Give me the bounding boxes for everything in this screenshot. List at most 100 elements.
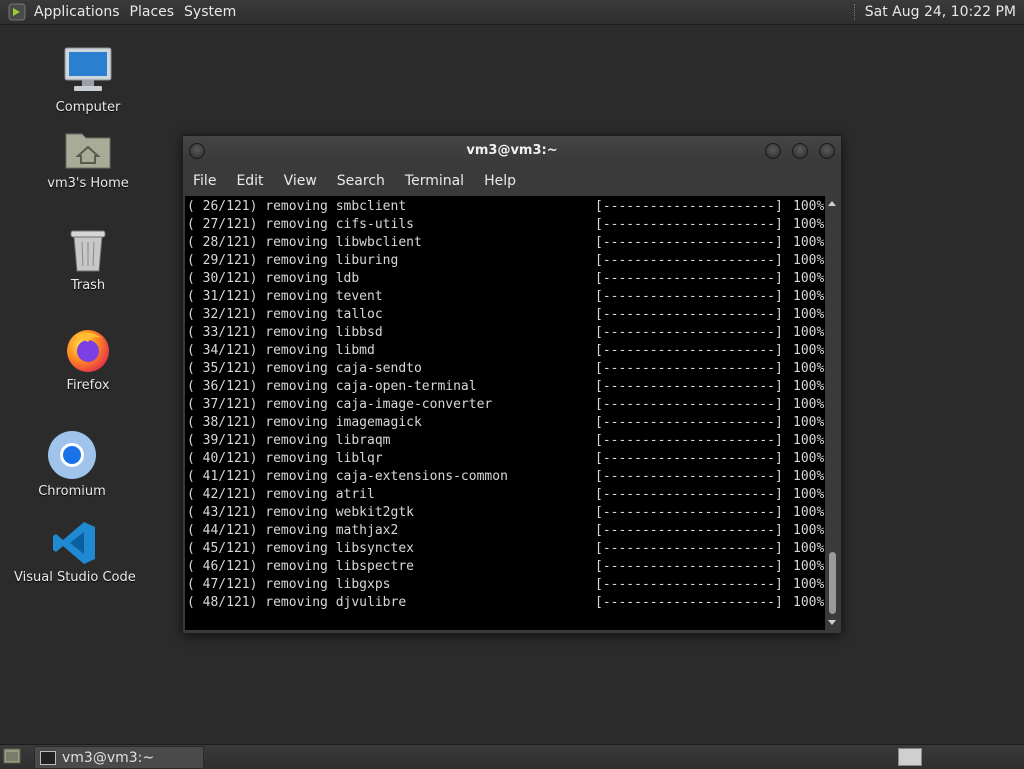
terminal-line-step: ( 34/121) removing libmd [187,343,375,358]
scroll-down-icon[interactable] [828,620,836,625]
taskbar-label: vm3@vm3:~ [62,749,155,766]
terminal-line-step: ( 37/121) removing caja-image-converter [187,397,493,412]
desktop-icon-label: Firefox [66,378,110,393]
terminal-line-step: ( 28/121) removing libwbclient [187,235,422,250]
terminal-line-step: ( 42/121) removing atril [187,487,375,502]
show-desktop-icon[interactable] [3,748,21,764]
menu-file[interactable]: File [183,173,226,189]
terminal-line-step: ( 33/121) removing libbsd [187,325,383,340]
terminal-line-progress: [----------------------] [595,271,783,286]
desktop-icon-home[interactable]: vm3's Home [43,128,133,191]
terminal-line-percent: 100% [793,541,825,556]
desktop-icon-chromium[interactable]: Chromium [32,430,112,499]
desktop-icon-trash[interactable]: Trash [48,228,128,293]
terminal-line-step: ( 45/121) removing libsynctex [187,541,414,556]
terminal-line-progress: [----------------------] [595,595,783,610]
desktop-icon-firefox[interactable]: Firefox [48,326,128,393]
terminal-line-percent: 100% [793,523,825,538]
top-panel: Applications Places System Sat Aug 24, 1… [0,0,1024,25]
terminal-line-step: ( 31/121) removing tevent [187,289,383,304]
terminal-line-percent: 100% [793,325,825,340]
terminal-line-percent: 100% [793,469,825,484]
terminal-output[interactable]: ( 26/121) removing smbclient [-----------… [185,196,825,630]
scroll-up-icon[interactable] [828,201,836,206]
terminal-line-step: ( 46/121) removing libspectre [187,559,414,574]
places-menu[interactable]: Places [128,4,183,20]
terminal-line-progress: [----------------------] [595,559,783,574]
terminal-line-percent: 100% [793,595,825,610]
desktop-icon-label: Visual Studio Code [14,570,136,585]
terminal-line-progress: [----------------------] [595,433,783,448]
menu-view[interactable]: View [274,173,327,189]
scrollbar-thumb[interactable] [829,552,836,614]
terminal-line-percent: 100% [793,505,825,520]
window-titlebar[interactable]: vm3@vm3:~ [183,136,841,166]
terminal-line-percent: 100% [793,379,825,394]
terminal-line-step: ( 38/121) removing imagemagick [187,415,422,430]
terminal-line-percent: 100% [793,343,825,358]
terminal-line-step: ( 30/121) removing ldb [187,271,360,286]
menu-terminal[interactable]: Terminal [395,173,474,189]
taskbar-terminal-button[interactable]: vm3@vm3:~ [34,746,204,769]
terminal-line-percent: 100% [793,415,825,430]
terminal-line-step: ( 47/121) removing libgxps [187,577,391,592]
terminal-menubar: File Edit View Search Terminal Help [183,166,841,196]
terminal-line-progress: [----------------------] [595,541,783,556]
terminal-line-progress: [----------------------] [595,505,783,520]
terminal-line-percent: 100% [793,307,825,322]
terminal-line-progress: [----------------------] [595,451,783,466]
chromium-icon [48,431,96,479]
terminal-window[interactable]: vm3@vm3:~ File Edit View Search Terminal… [182,135,842,634]
trash-icon [70,230,106,272]
close-button[interactable] [819,143,835,159]
desktop-icon-label: Computer [55,100,121,115]
terminal-line-step: ( 27/121) removing cifs-utils [187,217,414,232]
terminal-line-percent: 100% [793,487,825,502]
distro-logo-icon[interactable] [8,3,26,21]
system-menu[interactable]: System [182,4,244,20]
terminal-line-percent: 100% [793,253,825,268]
menu-help[interactable]: Help [474,173,526,189]
window-menu-button[interactable] [189,143,205,159]
terminal-line-percent: 100% [793,577,825,592]
terminal-line-progress: [----------------------] [595,415,783,430]
terminal-line-step: ( 36/121) removing caja-open-terminal [187,379,477,394]
terminal-line-step: ( 43/121) removing webkit2gtk [187,505,414,520]
home-folder-icon [65,133,111,169]
terminal-line-progress: [----------------------] [595,235,783,250]
desktop-icon-computer[interactable]: Computer [48,44,128,115]
maximize-button[interactable] [792,143,808,159]
terminal-icon [40,750,56,765]
terminal-scrollbar[interactable] [826,196,839,630]
workspace-switcher[interactable] [898,748,922,766]
terminal-line-progress: [----------------------] [595,397,783,412]
terminal-line-progress: [----------------------] [595,307,783,322]
terminal-line-percent: 100% [793,559,825,574]
terminal-line-step: ( 48/121) removing djvulibre [187,595,407,610]
minimize-button[interactable] [765,143,781,159]
applications-menu[interactable]: Applications [32,4,128,20]
terminal-line-percent: 100% [793,217,825,232]
clock[interactable]: Sat Aug 24, 10:22 PM [865,4,1024,20]
terminal-line-step: ( 29/121) removing liburing [187,253,399,268]
terminal-line-step: ( 32/121) removing talloc [187,307,383,322]
terminal-line-progress: [----------------------] [595,379,783,394]
terminal-line-step: ( 40/121) removing liblqr [187,451,383,466]
terminal-line-percent: 100% [793,271,825,286]
menu-search[interactable]: Search [327,173,395,189]
desktop-icon-vscode[interactable]: Visual Studio Code [14,520,136,585]
terminal-line-percent: 100% [793,433,825,448]
panel-separator [853,4,857,20]
terminal-line-percent: 100% [793,361,825,376]
desktop-icon-label: vm3's Home [47,176,129,191]
terminal-line-progress: [----------------------] [595,577,783,592]
terminal-line-progress: [----------------------] [595,469,783,484]
bottom-panel: vm3@vm3:~ [0,744,1024,769]
firefox-icon [67,330,109,372]
terminal-line-step: ( 35/121) removing caja-sendto [187,361,422,376]
terminal-line-step: ( 41/121) removing caja-extensions-commo… [187,469,508,484]
terminal-line-progress: [----------------------] [595,523,783,538]
terminal-line-progress: [----------------------] [595,289,783,304]
terminal-line-step: ( 39/121) removing libraqm [187,433,391,448]
menu-edit[interactable]: Edit [226,173,273,189]
